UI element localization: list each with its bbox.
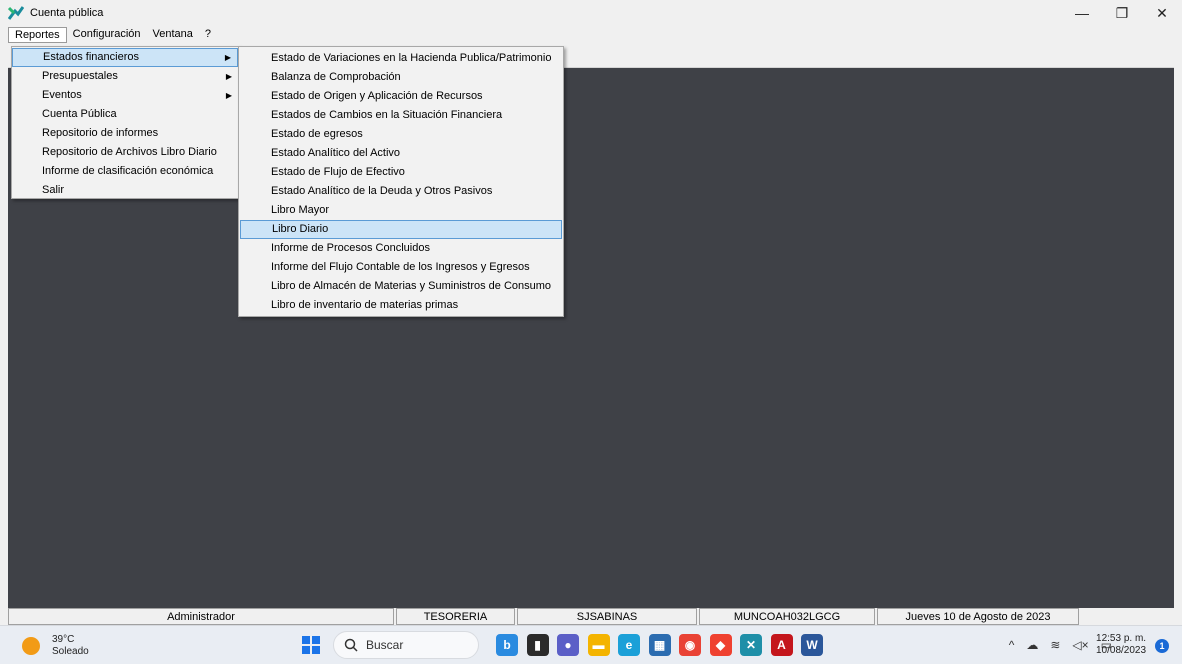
submenu-item[interactable]: Libro de Almacén de Materias y Suministr… — [240, 277, 562, 296]
menu-item-eventos[interactable]: Eventos ▶ — [12, 86, 238, 105]
taskbar-clock[interactable]: 12:53 p. m. 10/08/2023 — [1096, 633, 1146, 657]
status-database: MUNCOAH032LGCG — [699, 608, 875, 625]
submenu-arrow-icon: ▶ — [225, 91, 232, 100]
app-logo-icon — [8, 6, 24, 20]
chrome-icon[interactable]: ◉ — [679, 634, 701, 656]
menu-item-estados-financieros[interactable]: Estados financieros ▶ — [12, 48, 238, 67]
submenu-item[interactable]: Estado de egresos — [240, 125, 562, 144]
submenu-arrow-icon: ▶ — [225, 72, 232, 81]
minimize-button[interactable]: — — [1062, 0, 1102, 26]
submenu-item[interactable]: Estado Analítico de la Deuda y Otros Pas… — [240, 182, 562, 201]
status-date: Jueves 10 de Agosto de 2023 — [877, 608, 1079, 625]
acrobat-icon[interactable]: A — [770, 634, 793, 656]
task-view-icon[interactable]: ▮ — [526, 634, 549, 656]
chat-icon[interactable]: ● — [557, 634, 579, 656]
menu-help[interactable]: ? — [199, 27, 217, 43]
weather-temp: 39°C — [52, 634, 75, 645]
weather-widget[interactable]: 39°C Soleado — [22, 634, 89, 658]
status-server: SJSABINAS — [517, 608, 697, 625]
cuenta-publica-icon[interactable]: ✕ — [740, 634, 762, 656]
word-icon[interactable]: W — [801, 634, 823, 656]
title-bar: Cuenta pública — ❐ ✕ — [0, 0, 1182, 26]
store-icon[interactable]: ▦ — [648, 634, 671, 656]
submenu-item[interactable]: Estado de Origen y Aplicación de Recurso… — [240, 87, 562, 106]
menu-item-salir[interactable]: Salir — [12, 181, 238, 200]
menu-item-cuenta-publica[interactable]: Cuenta Pública — [12, 105, 238, 124]
menu-bar: Reportes Configuración Ventana ? — [8, 26, 1174, 44]
taskbar: 39°C Soleado Buscar b ▮ ● ▬ e ▦ ◉ ◆ ✕ A W ^ ☁ ≋ ◁×… — [0, 625, 1182, 664]
status-bar: Administrador TESORERIA MUNICIPAL SJSABI… — [8, 608, 1174, 639]
menu-item-repositorio-informes[interactable]: Repositorio de informes — [12, 124, 238, 143]
restore-button[interactable]: ❐ — [1102, 0, 1142, 26]
volume-icon[interactable]: ◁× — [1072, 638, 1088, 652]
wifi-icon[interactable]: ≋ — [1050, 638, 1060, 652]
anydesk-icon[interactable]: ◆ — [709, 634, 732, 656]
close-button[interactable]: ✕ — [1142, 0, 1182, 26]
weather-desc: Soleado — [52, 646, 89, 657]
system-tray: ^ ☁ ≋ ◁× ▭ — [997, 638, 1112, 652]
menu-ventana[interactable]: Ventana — [147, 27, 199, 43]
onedrive-icon[interactable]: ☁ — [1026, 638, 1038, 652]
menu-item-presupuestales[interactable]: Presupuestales ▶ — [12, 67, 238, 86]
submenu-item[interactable]: Libro Mayor — [240, 201, 562, 220]
submenu-item[interactable]: Estado de Flujo de Efectivo — [240, 163, 562, 182]
menu-item-repositorio-libro-diario[interactable]: Repositorio de Archivos Libro Diario — [12, 143, 238, 162]
estados-financieros-submenu: Estado de Variaciones en la Hacienda Pub… — [238, 46, 564, 317]
submenu-item[interactable]: Informe de Procesos Concluidos — [240, 239, 562, 258]
edge-icon[interactable]: e — [618, 634, 640, 656]
reportes-menu: Estados financieros ▶ Presupuestales ▶ E… — [11, 46, 239, 199]
status-user: Administrador — [8, 608, 394, 625]
search-icon — [344, 638, 358, 652]
submenu-arrow-icon: ▶ — [224, 53, 231, 62]
status-department: TESORERIA MUNICIPAL — [396, 608, 515, 639]
bing-icon[interactable]: b — [496, 634, 518, 656]
submenu-item[interactable]: Libro de inventario de materias primas — [240, 296, 562, 315]
submenu-item[interactable]: Balanza de Comprobación — [240, 68, 562, 87]
submenu-item[interactable]: Informe del Flujo Contable de los Ingres… — [240, 258, 562, 277]
sun-icon — [22, 637, 40, 655]
submenu-item-libro-diario[interactable]: Libro Diario — [240, 220, 562, 239]
windows-start-icon[interactable] — [302, 636, 320, 654]
submenu-item[interactable]: Estados de Cambios en la Situación Finan… — [240, 106, 562, 125]
menu-configuracion[interactable]: Configuración — [67, 27, 147, 43]
submenu-item[interactable]: Estado Analítico del Activo — [240, 144, 562, 163]
menu-reportes[interactable]: Reportes — [8, 27, 67, 43]
search-label: Buscar — [366, 638, 404, 652]
menu-item-clasificacion-economica[interactable]: Informe de clasificación económica — [12, 162, 238, 181]
window-title: Cuenta pública — [30, 7, 104, 19]
file-explorer-icon[interactable]: ▬ — [587, 634, 610, 656]
show-hidden-icon[interactable]: ^ — [1009, 638, 1015, 652]
taskbar-search[interactable]: Buscar — [333, 631, 479, 659]
notification-badge[interactable]: 1 — [1155, 639, 1169, 653]
submenu-item[interactable]: Estado de Variaciones en la Hacienda Pub… — [240, 49, 562, 68]
